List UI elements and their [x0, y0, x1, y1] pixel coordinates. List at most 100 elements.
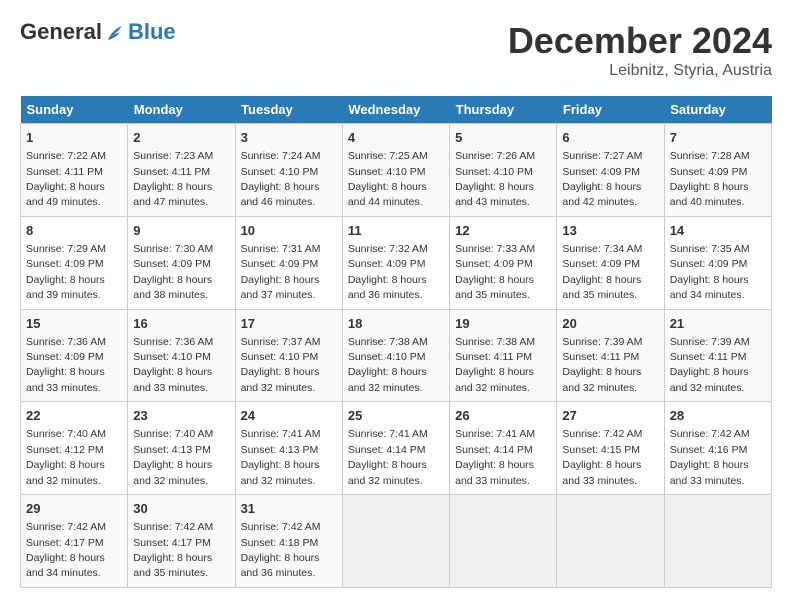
day-info: Sunrise: 7:40 AMSunset: 4:12 PMDaylight:…	[26, 428, 106, 486]
calendar-cell: 3 Sunrise: 7:24 AMSunset: 4:10 PMDayligh…	[235, 124, 342, 217]
day-info: Sunrise: 7:41 AMSunset: 4:14 PMDaylight:…	[348, 428, 428, 486]
calendar-cell: 22 Sunrise: 7:40 AMSunset: 4:12 PMDaylig…	[21, 402, 128, 495]
calendar-cell	[664, 495, 771, 588]
day-number: 30	[133, 500, 229, 518]
day-number: 21	[670, 315, 766, 333]
day-number: 4	[348, 129, 444, 147]
calendar-cell: 8 Sunrise: 7:29 AMSunset: 4:09 PMDayligh…	[21, 216, 128, 309]
day-number: 18	[348, 315, 444, 333]
calendar-cell: 29 Sunrise: 7:42 AMSunset: 4:17 PMDaylig…	[21, 495, 128, 588]
day-info: Sunrise: 7:39 AMSunset: 4:11 PMDaylight:…	[670, 336, 750, 394]
calendar-cell: 1 Sunrise: 7:22 AMSunset: 4:11 PMDayligh…	[21, 124, 128, 217]
month-title: December 2024	[508, 20, 772, 62]
day-number: 17	[241, 315, 337, 333]
calendar-cell: 31 Sunrise: 7:42 AMSunset: 4:18 PMDaylig…	[235, 495, 342, 588]
day-number: 7	[670, 129, 766, 147]
day-number: 9	[133, 222, 229, 240]
calendar-cell: 19 Sunrise: 7:38 AMSunset: 4:11 PMDaylig…	[450, 309, 557, 402]
day-number: 16	[133, 315, 229, 333]
logo-blue: Blue	[128, 20, 176, 44]
header: General Blue December 2024 Leibnitz, Sty…	[20, 20, 772, 80]
day-number: 19	[455, 315, 551, 333]
day-info: Sunrise: 7:35 AMSunset: 4:09 PMDaylight:…	[670, 243, 750, 301]
calendar-cell: 25 Sunrise: 7:41 AMSunset: 4:14 PMDaylig…	[342, 402, 449, 495]
day-info: Sunrise: 7:38 AMSunset: 4:11 PMDaylight:…	[455, 336, 535, 394]
day-number: 24	[241, 407, 337, 425]
calendar-cell: 28 Sunrise: 7:42 AMSunset: 4:16 PMDaylig…	[664, 402, 771, 495]
day-info: Sunrise: 7:36 AMSunset: 4:10 PMDaylight:…	[133, 336, 213, 394]
calendar-cell: 4 Sunrise: 7:25 AMSunset: 4:10 PMDayligh…	[342, 124, 449, 217]
calendar-cell: 21 Sunrise: 7:39 AMSunset: 4:11 PMDaylig…	[664, 309, 771, 402]
calendar-cell: 27 Sunrise: 7:42 AMSunset: 4:15 PMDaylig…	[557, 402, 664, 495]
day-number: 1	[26, 129, 122, 147]
day-info: Sunrise: 7:28 AMSunset: 4:09 PMDaylight:…	[670, 150, 750, 208]
day-number: 2	[133, 129, 229, 147]
day-number: 27	[562, 407, 658, 425]
weekday-header-monday: Monday	[128, 96, 235, 124]
weekday-header-thursday: Thursday	[450, 96, 557, 124]
day-number: 23	[133, 407, 229, 425]
day-info: Sunrise: 7:25 AMSunset: 4:10 PMDaylight:…	[348, 150, 428, 208]
calendar-cell: 17 Sunrise: 7:37 AMSunset: 4:10 PMDaylig…	[235, 309, 342, 402]
calendar-table: SundayMondayTuesdayWednesdayThursdayFrid…	[20, 96, 772, 588]
calendar-cell: 16 Sunrise: 7:36 AMSunset: 4:10 PMDaylig…	[128, 309, 235, 402]
day-number: 26	[455, 407, 551, 425]
weekday-header-saturday: Saturday	[664, 96, 771, 124]
day-number: 6	[562, 129, 658, 147]
calendar-cell: 11 Sunrise: 7:32 AMSunset: 4:09 PMDaylig…	[342, 216, 449, 309]
calendar-cell: 7 Sunrise: 7:28 AMSunset: 4:09 PMDayligh…	[664, 124, 771, 217]
calendar-cell: 13 Sunrise: 7:34 AMSunset: 4:09 PMDaylig…	[557, 216, 664, 309]
day-info: Sunrise: 7:27 AMSunset: 4:09 PMDaylight:…	[562, 150, 642, 208]
calendar-cell: 9 Sunrise: 7:30 AMSunset: 4:09 PMDayligh…	[128, 216, 235, 309]
day-number: 29	[26, 500, 122, 518]
day-info: Sunrise: 7:39 AMSunset: 4:11 PMDaylight:…	[562, 336, 642, 394]
day-number: 13	[562, 222, 658, 240]
day-info: Sunrise: 7:41 AMSunset: 4:14 PMDaylight:…	[455, 428, 535, 486]
day-number: 20	[562, 315, 658, 333]
weekday-header-sunday: Sunday	[21, 96, 128, 124]
day-info: Sunrise: 7:26 AMSunset: 4:10 PMDaylight:…	[455, 150, 535, 208]
day-info: Sunrise: 7:42 AMSunset: 4:16 PMDaylight:…	[670, 428, 750, 486]
calendar-cell: 14 Sunrise: 7:35 AMSunset: 4:09 PMDaylig…	[664, 216, 771, 309]
logo-general: General	[20, 19, 102, 44]
weekday-header-tuesday: Tuesday	[235, 96, 342, 124]
day-info: Sunrise: 7:32 AMSunset: 4:09 PMDaylight:…	[348, 243, 428, 301]
day-info: Sunrise: 7:24 AMSunset: 4:10 PMDaylight:…	[241, 150, 321, 208]
calendar-cell: 10 Sunrise: 7:31 AMSunset: 4:09 PMDaylig…	[235, 216, 342, 309]
calendar-cell: 26 Sunrise: 7:41 AMSunset: 4:14 PMDaylig…	[450, 402, 557, 495]
day-info: Sunrise: 7:34 AMSunset: 4:09 PMDaylight:…	[562, 243, 642, 301]
day-info: Sunrise: 7:31 AMSunset: 4:09 PMDaylight:…	[241, 243, 321, 301]
calendar-cell: 23 Sunrise: 7:40 AMSunset: 4:13 PMDaylig…	[128, 402, 235, 495]
weekday-header-wednesday: Wednesday	[342, 96, 449, 124]
day-info: Sunrise: 7:23 AMSunset: 4:11 PMDaylight:…	[133, 150, 213, 208]
weekday-header-friday: Friday	[557, 96, 664, 124]
calendar-cell: 24 Sunrise: 7:41 AMSunset: 4:13 PMDaylig…	[235, 402, 342, 495]
location-title: Leibnitz, Styria, Austria	[508, 62, 772, 80]
day-number: 11	[348, 222, 444, 240]
calendar-cell: 2 Sunrise: 7:23 AMSunset: 4:11 PMDayligh…	[128, 124, 235, 217]
day-info: Sunrise: 7:30 AMSunset: 4:09 PMDaylight:…	[133, 243, 213, 301]
day-number: 10	[241, 222, 337, 240]
calendar-cell: 6 Sunrise: 7:27 AMSunset: 4:09 PMDayligh…	[557, 124, 664, 217]
logo-bird-icon	[104, 22, 126, 44]
day-number: 5	[455, 129, 551, 147]
day-number: 28	[670, 407, 766, 425]
day-number: 12	[455, 222, 551, 240]
logo: General Blue	[20, 20, 176, 44]
calendar-cell: 20 Sunrise: 7:39 AMSunset: 4:11 PMDaylig…	[557, 309, 664, 402]
day-info: Sunrise: 7:37 AMSunset: 4:10 PMDaylight:…	[241, 336, 321, 394]
calendar-cell: 15 Sunrise: 7:36 AMSunset: 4:09 PMDaylig…	[21, 309, 128, 402]
calendar-cell: 18 Sunrise: 7:38 AMSunset: 4:10 PMDaylig…	[342, 309, 449, 402]
day-number: 25	[348, 407, 444, 425]
day-info: Sunrise: 7:42 AMSunset: 4:17 PMDaylight:…	[133, 521, 213, 579]
calendar-cell: 5 Sunrise: 7:26 AMSunset: 4:10 PMDayligh…	[450, 124, 557, 217]
calendar-cell	[450, 495, 557, 588]
day-info: Sunrise: 7:42 AMSunset: 4:15 PMDaylight:…	[562, 428, 642, 486]
day-number: 22	[26, 407, 122, 425]
calendar-cell	[342, 495, 449, 588]
day-info: Sunrise: 7:42 AMSunset: 4:17 PMDaylight:…	[26, 521, 106, 579]
day-info: Sunrise: 7:42 AMSunset: 4:18 PMDaylight:…	[241, 521, 321, 579]
calendar-cell	[557, 495, 664, 588]
day-info: Sunrise: 7:40 AMSunset: 4:13 PMDaylight:…	[133, 428, 213, 486]
day-number: 14	[670, 222, 766, 240]
